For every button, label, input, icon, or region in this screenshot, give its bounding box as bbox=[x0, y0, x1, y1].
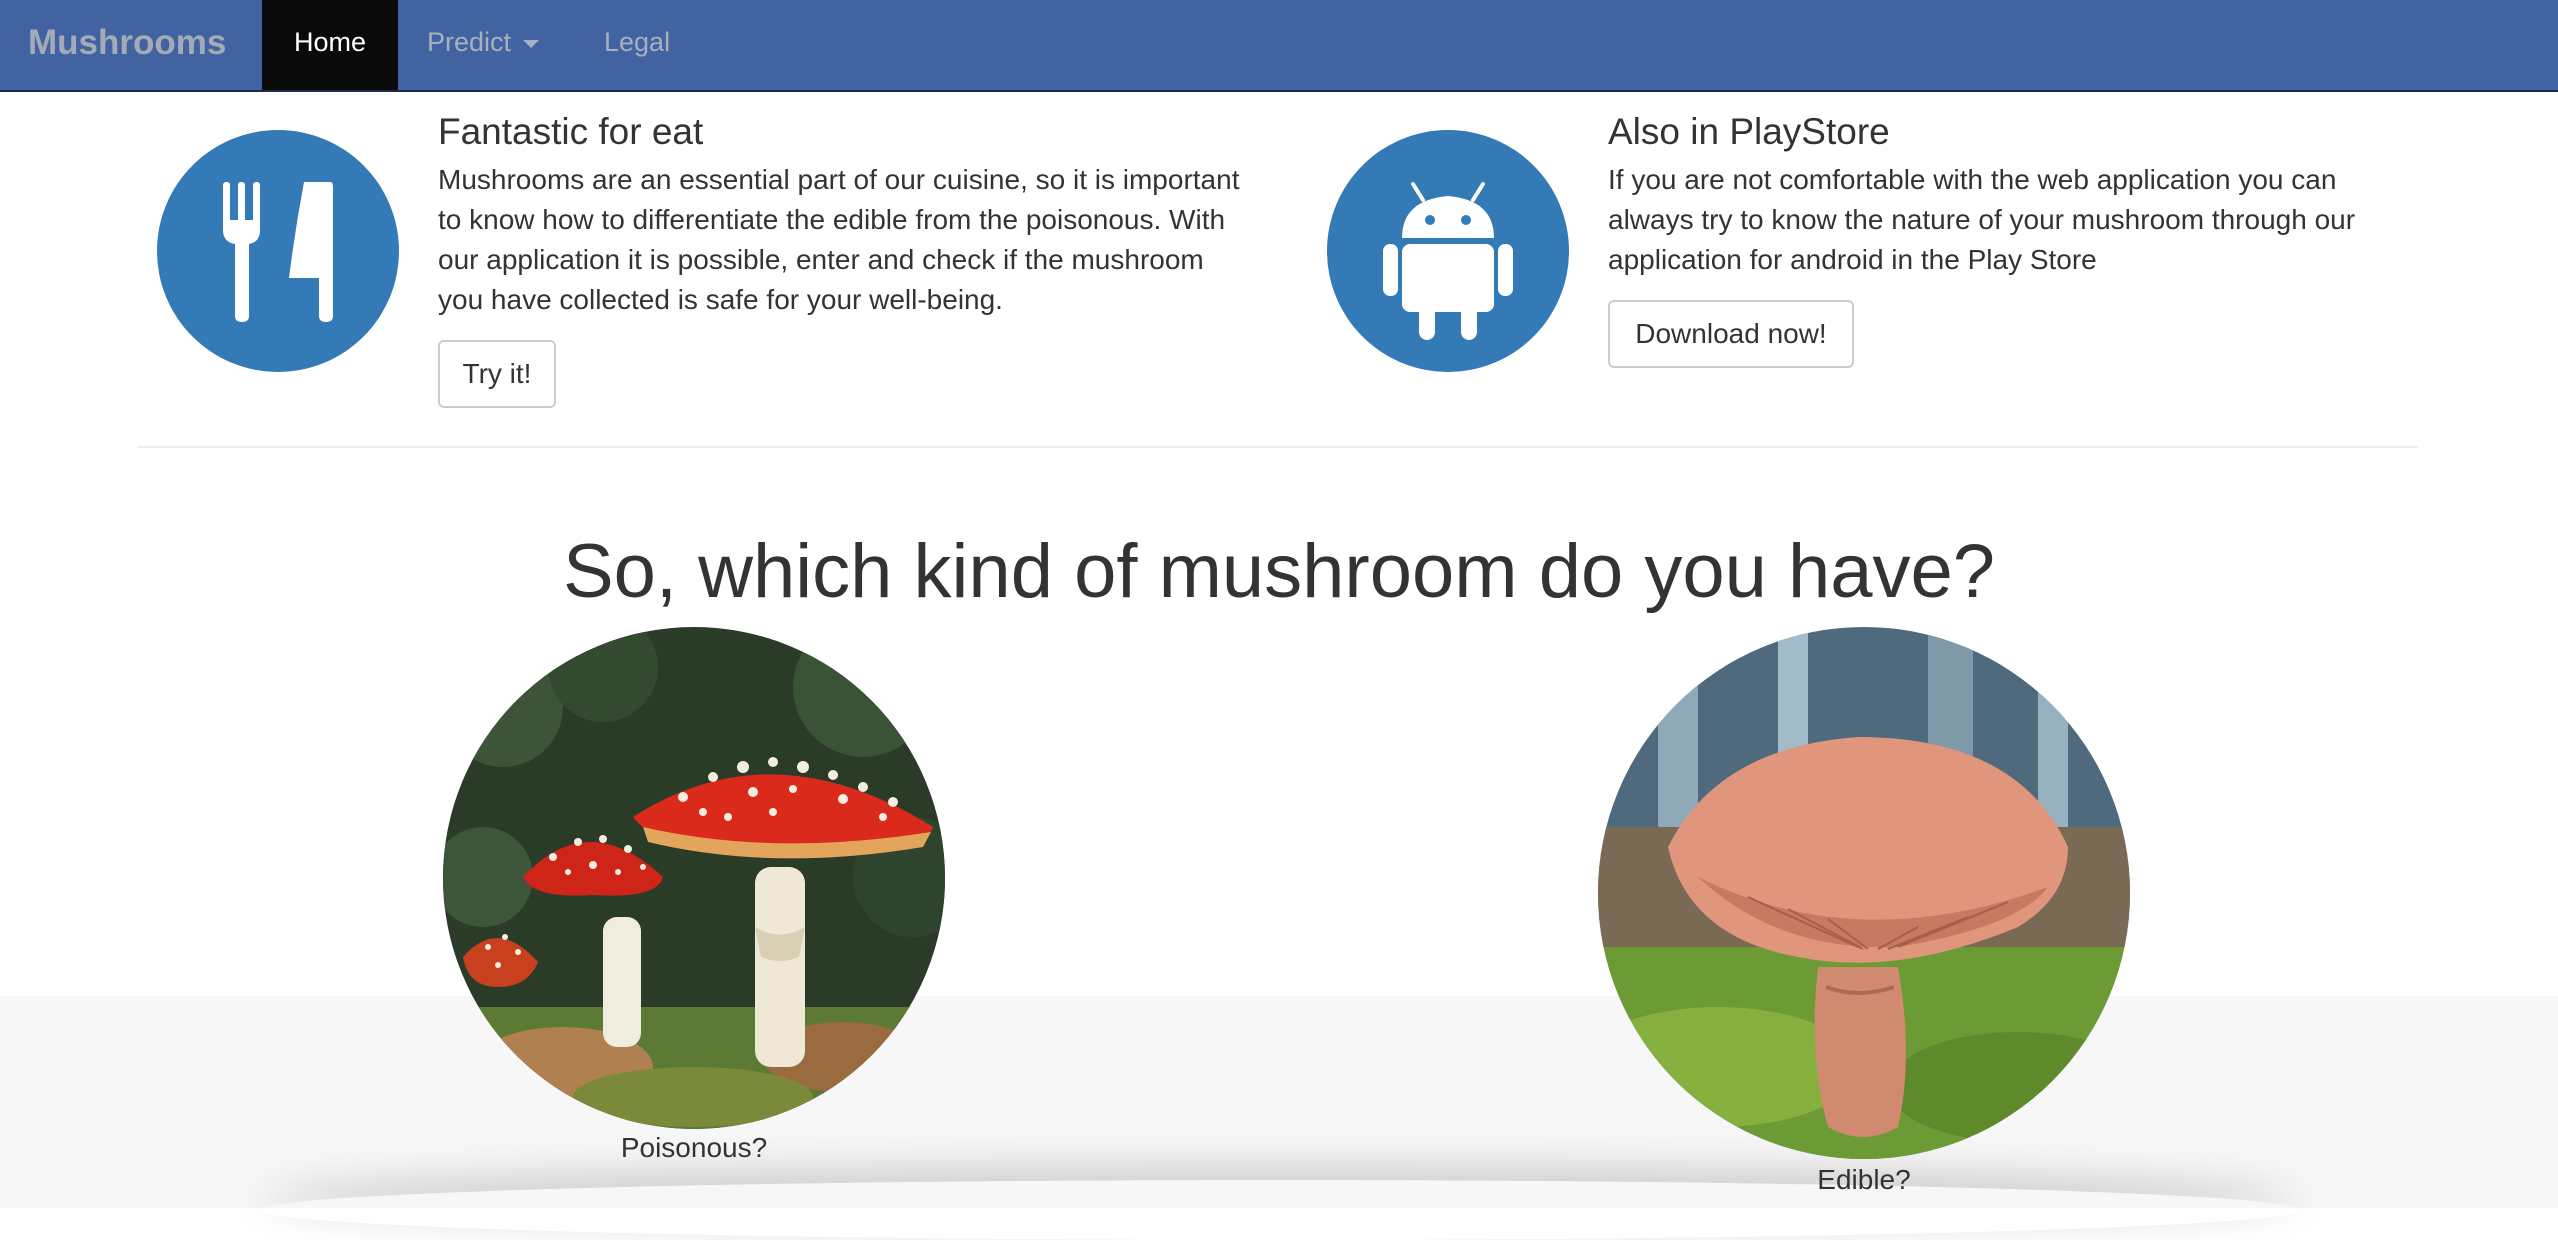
feature-text-line: to know how to differentiate the edible … bbox=[438, 204, 1226, 235]
nav-home[interactable]: Home bbox=[262, 0, 398, 90]
poisonous-caption: Poisonous? bbox=[620, 1132, 768, 1163]
android-icon bbox=[1327, 130, 1569, 372]
feature-text-playstore: If you are not comfortable with the web … bbox=[1608, 160, 2438, 280]
caret-down-icon bbox=[523, 39, 540, 48]
nav-predict-label: Predict bbox=[427, 27, 512, 57]
navbar: Mushrooms Home Predict Legal bbox=[0, 0, 2558, 92]
nav-legal[interactable]: Legal bbox=[604, 0, 670, 90]
poisonous-mushroom-image[interactable] bbox=[443, 627, 945, 1129]
feature-title-playstore: Also in PlayStore bbox=[1608, 111, 1890, 152]
footer-band bbox=[0, 996, 2558, 1208]
mushroom-question-heading: So, which kind of mushroom do you have? bbox=[562, 529, 1996, 614]
feature-text-line: you have collected is safe for your well… bbox=[438, 284, 1003, 315]
edible-mushroom-image[interactable] bbox=[1598, 627, 2130, 1159]
cutlery-icon bbox=[157, 130, 399, 372]
feature-text-line: If you are not comfortable with the web … bbox=[1608, 164, 2337, 195]
edible-caption: Edible? bbox=[1817, 1164, 1911, 1195]
feature-title-eat: Fantastic for eat bbox=[438, 111, 704, 152]
section-divider bbox=[138, 446, 2418, 448]
brand-logo-link[interactable]: Mushrooms bbox=[28, 20, 226, 66]
try-it-button[interactable]: Try it! bbox=[438, 340, 556, 408]
nav-predict-dropdown[interactable]: Predict bbox=[427, 0, 540, 90]
feature-text-eat: Mushrooms are an essential part of our c… bbox=[438, 160, 1268, 320]
feature-text-line: our application it is possible, enter an… bbox=[438, 244, 1204, 275]
download-now-button[interactable]: Download now! bbox=[1608, 300, 1854, 368]
feature-text-line: application for android in the Play Stor… bbox=[1608, 244, 2097, 275]
feature-text-line: Mushrooms are an essential part of our c… bbox=[438, 164, 1240, 195]
feature-text-line: always try to know the nature of your mu… bbox=[1608, 204, 2356, 235]
